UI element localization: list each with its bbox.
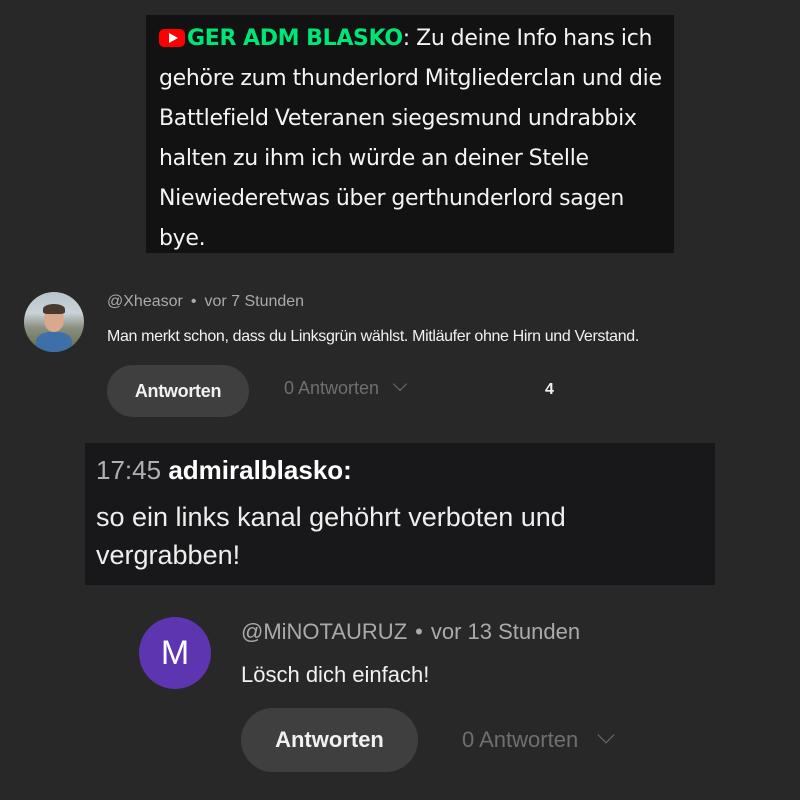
- reply-button[interactable]: Antworten: [241, 708, 418, 772]
- comment-text: Lösch dich einfach!: [241, 662, 430, 687]
- meta-separator: •: [190, 293, 197, 310]
- chevron-down-icon: [597, 726, 615, 744]
- chat-message-top-text: GER ADM BLASKO: Zu deine Info hans ich g…: [159, 19, 669, 259]
- meta-separator: •: [415, 619, 423, 644]
- comment-time[interactable]: vor 7 Stunden: [204, 293, 304, 310]
- chat-message-body: so ein links kanal gehöhrt verboten und …: [96, 502, 566, 570]
- comment-text: Man merkt schon, dass du Linksgrün wähls…: [107, 328, 639, 345]
- replies-toggle[interactable]: 0 Antworten: [462, 726, 615, 753]
- reply-button[interactable]: Antworten: [107, 365, 249, 417]
- chat-message-top: GER ADM BLASKO: Zu deine Info hans ich g…: [146, 15, 674, 253]
- replies-toggle[interactable]: 0 Antworten: [284, 376, 408, 399]
- comment-author[interactable]: @MiNOTAURUZ: [241, 619, 407, 644]
- chat-message-middle: 17:45 admiralblasko: so ein links kanal …: [85, 443, 715, 585]
- chat-time: 17:45: [96, 455, 162, 485]
- chat-username: admiralblasko:: [168, 455, 352, 485]
- comment-time[interactable]: vor 13 Stunden: [431, 619, 580, 644]
- youtube-icon: [159, 29, 185, 47]
- replies-count: 0 Antworten: [284, 378, 380, 398]
- comment-meta: @Xheasor • vor 7 Stunden: [107, 293, 304, 311]
- chat-message-body: Zu deine Info hans ich gehöre zum thunde…: [159, 26, 662, 251]
- replies-count: 0 Antworten: [462, 727, 579, 752]
- comment-meta: @MiNOTAURUZ • vor 13 Stunden: [241, 619, 580, 645]
- chat-header: 17:45 admiralblasko:: [96, 455, 352, 486]
- avatar[interactable]: [24, 292, 84, 352]
- chevron-down-icon: [392, 376, 408, 392]
- avatar[interactable]: M: [139, 617, 211, 689]
- chat-separator: :: [402, 26, 410, 51]
- like-count: 4: [545, 381, 554, 398]
- comment-author[interactable]: @Xheasor: [107, 293, 183, 310]
- chat-username: GER ADM BLASKO: [187, 26, 403, 51]
